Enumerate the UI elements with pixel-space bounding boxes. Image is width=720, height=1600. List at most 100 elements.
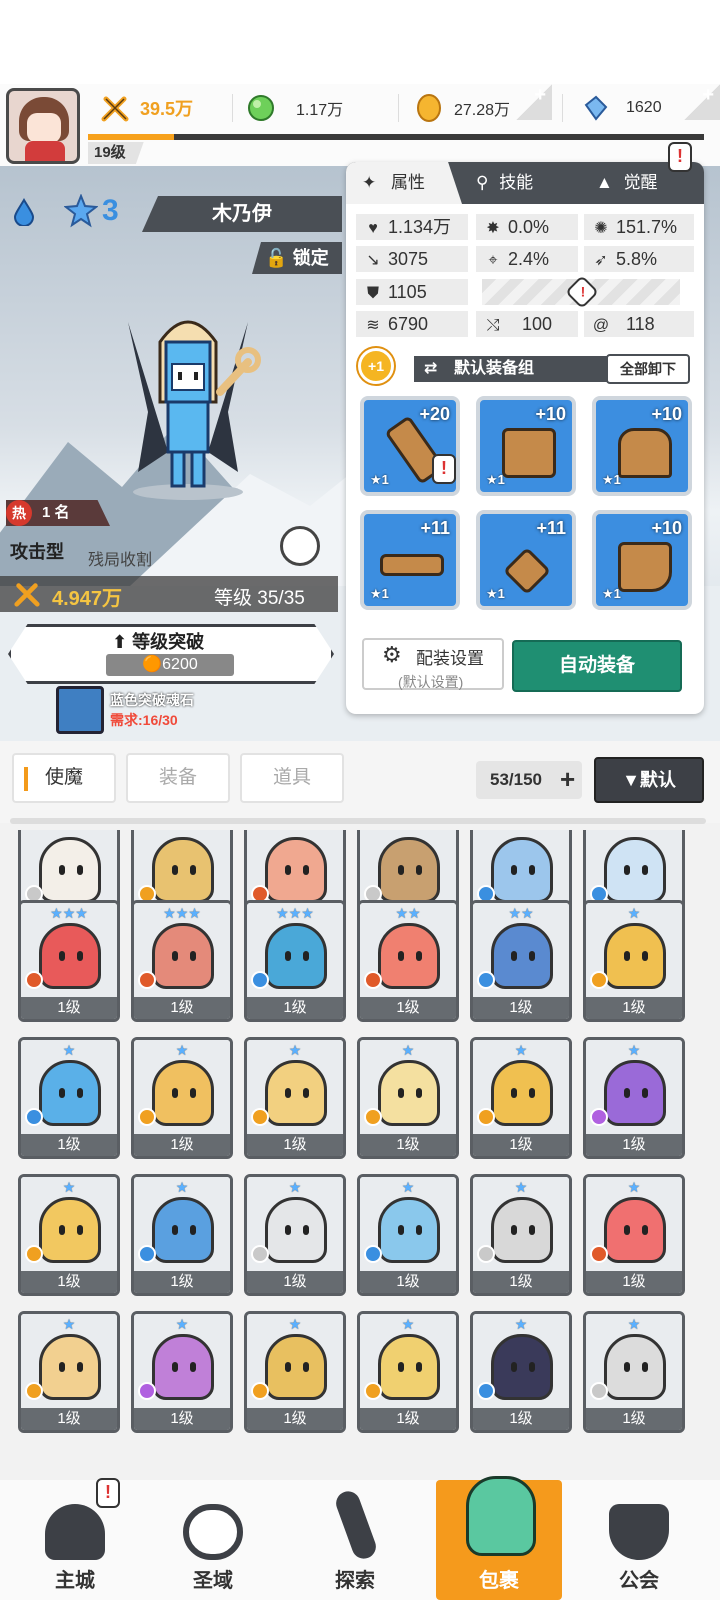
familiar-figure xyxy=(265,837,327,903)
gold-resource: 27.28万 xyxy=(414,88,510,128)
element-icon xyxy=(251,1382,269,1400)
familiar-card[interactable]: ★ 1级 xyxy=(244,1311,346,1433)
crit-icon: ✸ xyxy=(486,220,500,237)
nav-guild[interactable]: 公会 xyxy=(584,1480,694,1600)
element-icon xyxy=(590,1245,608,1263)
familiar-card[interactable]: ★ 1级 xyxy=(470,1037,572,1159)
unequip-all-button[interactable]: 全部卸下 xyxy=(606,354,690,384)
element-icon xyxy=(251,1108,269,1126)
familiar-eye xyxy=(624,865,630,875)
gems-value: 1.17万 xyxy=(296,102,344,119)
nav-sanctuary[interactable]: 圣域 xyxy=(158,1480,268,1600)
familiar-stars: ★ xyxy=(62,1316,76,1332)
familiar-card[interactable]: ★ 1级 xyxy=(131,1311,233,1433)
tab-attributes[interactable]: ✦ 属性 xyxy=(346,162,462,204)
stat-b-value: 118 xyxy=(626,314,655,334)
equip-slot-armor[interactable]: +10 ★1 xyxy=(592,396,692,496)
armor-icon xyxy=(618,428,672,478)
familiar-eye xyxy=(77,1088,83,1098)
familiar-card[interactable]: ★ 1级 xyxy=(583,1311,685,1433)
familiar-card[interactable]: ★ 1级 xyxy=(470,1174,572,1296)
familiar-stars: ★ xyxy=(514,1042,528,1058)
familiar-card[interactable]: ★ 1级 xyxy=(583,900,685,1022)
skill-icon: ⚲ xyxy=(476,173,489,192)
equip-slot-necklace[interactable]: +11 ★1 xyxy=(476,510,576,610)
tab-equipment[interactable]: 装备 xyxy=(126,753,230,803)
familiar-card[interactable]: ★ 1级 xyxy=(357,1174,459,1296)
material-requirement: 需求:16/30 xyxy=(110,712,178,728)
familiar-figure xyxy=(491,923,553,989)
familiar-eye xyxy=(416,865,422,875)
familiar-card[interactable]: ★ 1级 xyxy=(583,1174,685,1296)
set-plus-badge[interactable]: +1 xyxy=(358,348,394,384)
gear-icon: ⚙ xyxy=(382,642,402,667)
familiar-card[interactable]: ★★★ 1级 xyxy=(131,900,233,1022)
tab-familiars[interactable]: 使魔 xyxy=(12,753,116,803)
lock-icon: 🔓 xyxy=(265,248,288,268)
familiar-card[interactable]: ★ 1级 xyxy=(131,1174,233,1296)
familiar-eye xyxy=(529,1225,535,1235)
divider xyxy=(562,94,563,122)
star-icon xyxy=(64,194,98,228)
nav-explore[interactable]: 探索 xyxy=(300,1480,410,1600)
familiar-eye xyxy=(190,1088,196,1098)
familiar-card[interactable]: ★★ 1级 xyxy=(357,900,459,1022)
player-avatar[interactable] xyxy=(6,88,80,164)
familiar-card[interactable]: ★★★ 1级 xyxy=(18,900,120,1022)
familiar-level: 1级 xyxy=(473,1271,569,1293)
player-level: 19级 xyxy=(88,142,144,164)
main-city-alert-icon: ! xyxy=(96,1478,120,1508)
sort-dropdown[interactable]: ▼默认 xyxy=(594,757,704,803)
familiar-card[interactable]: ★★ 1级 xyxy=(470,900,572,1022)
burst-icon: ✺ xyxy=(594,220,608,237)
familiar-card[interactable]: ★ 1级 xyxy=(18,1311,120,1433)
equip-slot-helmet[interactable]: +10 ★1 xyxy=(476,396,576,496)
familiar-eye xyxy=(190,1225,196,1235)
familiar-eye xyxy=(77,951,83,961)
tab-items[interactable]: 道具 xyxy=(240,753,344,803)
familiar-eye xyxy=(190,865,196,875)
familiar-card[interactable]: ★ 1级 xyxy=(244,1037,346,1159)
familiar-stars: ★ xyxy=(62,1179,76,1195)
familiar-card[interactable]: ★ 1级 xyxy=(244,1174,346,1296)
expand-inventory-button[interactable]: + xyxy=(560,761,575,797)
equipment-set-selector[interactable]: ⇄ 默认装备组 xyxy=(414,356,614,382)
familiar-card[interactable]: ★★★ 1级 xyxy=(244,900,346,1022)
familiar-level: 1级 xyxy=(586,997,682,1019)
familiar-figure xyxy=(491,837,553,903)
guild-icon xyxy=(609,1504,669,1560)
soul-stone-icon[interactable] xyxy=(56,686,104,734)
familiar-eye xyxy=(285,1088,291,1098)
nav-bag[interactable]: 包裹 xyxy=(436,1476,562,1600)
familiar-card[interactable]: ★ 1级 xyxy=(470,1311,572,1433)
awaken-icon: ▲ xyxy=(596,173,613,192)
familiar-card[interactable]: ★ 1级 xyxy=(18,1037,120,1159)
water-element-icon xyxy=(13,198,35,226)
combat-power-value: 39.5万 xyxy=(140,99,194,119)
familiar-figure xyxy=(265,1334,327,1400)
familiar-card[interactable]: ★ 1级 xyxy=(357,1311,459,1433)
lock-button[interactable]: 🔓 锁定 xyxy=(252,242,342,274)
familiar-stars: ★ xyxy=(288,1042,302,1058)
hero-portrait[interactable] xyxy=(108,302,268,502)
familiar-card[interactable]: ★ 1级 xyxy=(583,1037,685,1159)
crossed-swords-icon xyxy=(101,96,129,122)
nav-main-city[interactable]: ! 主城 xyxy=(20,1478,130,1600)
familiar-card[interactable]: ★ 1级 xyxy=(357,1037,459,1159)
equip-slot-boots[interactable]: +10 ★1 xyxy=(592,510,692,610)
familiar-card[interactable]: ★ 1级 xyxy=(131,1037,233,1159)
add-gold-button[interactable]: + xyxy=(516,84,552,120)
familiar-stars: ★ xyxy=(627,1042,641,1058)
boots-enhance: +10 xyxy=(651,518,682,538)
add-crystal-button[interactable]: + xyxy=(684,84,720,120)
rotate-icon[interactable] xyxy=(280,526,320,566)
familiar-stars: ★ xyxy=(627,1179,641,1195)
familiar-eye xyxy=(303,865,309,875)
familiar-eye xyxy=(172,951,178,961)
familiar-eye xyxy=(642,1362,648,1372)
tab-skills[interactable]: ⚲ 技能 xyxy=(476,162,576,204)
auto-equip-button[interactable]: 自动装备 xyxy=(512,640,682,692)
familiar-figure xyxy=(378,837,440,903)
familiar-card[interactable]: ★ 1级 xyxy=(18,1174,120,1296)
equip-slot-belt[interactable]: +11 ★1 xyxy=(360,510,460,610)
